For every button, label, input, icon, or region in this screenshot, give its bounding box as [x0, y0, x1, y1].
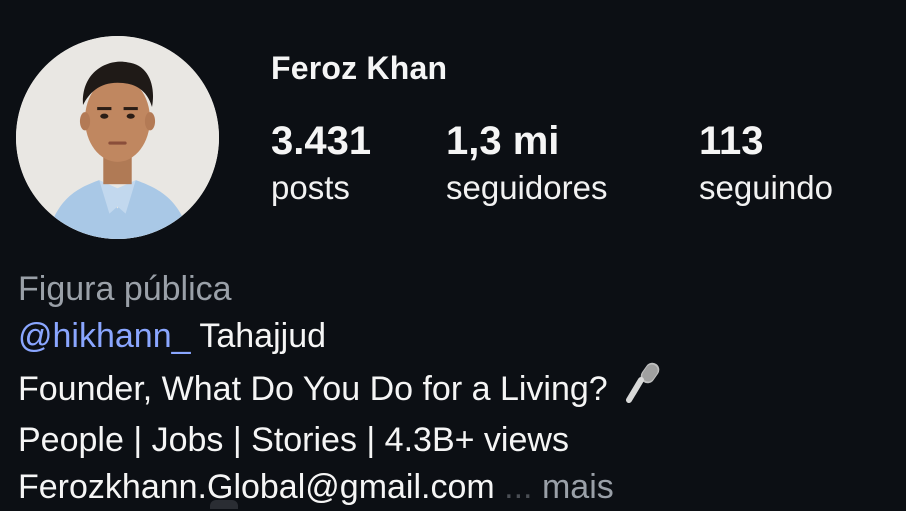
stat-following[interactable]: 113 seguindo — [699, 118, 833, 208]
profile-photo-icon — [16, 36, 219, 239]
profile-category: Figura pública — [18, 270, 232, 308]
bio-email[interactable]: Ferozkhann.Global@gmail.com — [18, 468, 495, 506]
profile-avatar[interactable] — [16, 36, 219, 239]
posts-count: 3.431 — [271, 119, 372, 163]
stat-followers[interactable]: 1,3 mi seguidores — [446, 118, 607, 208]
followers-count: 1,3 mi — [446, 119, 560, 163]
microphone-icon — [623, 360, 663, 417]
more-ellipsis: ... — [494, 468, 533, 506]
following-count: 113 — [699, 119, 764, 163]
partial-element-peek — [210, 500, 238, 509]
followers-label: seguidores — [446, 169, 608, 206]
bio-email-line: Ferozkhann.Global@gmail.com ... mais — [18, 464, 663, 511]
mention-link[interactable]: @hikhann_ — [18, 317, 191, 355]
stat-posts[interactable]: 3.431 posts — [271, 118, 371, 208]
bio-mention-line: @hikhann_ Tahajjud — [18, 313, 663, 360]
bio-line-founder: Founder, What Do You Do for a Living? — [18, 360, 663, 417]
more-link[interactable]: mais — [542, 468, 614, 506]
posts-label: posts — [271, 169, 350, 206]
profile-bio: Figura pública @hikhann_ Tahajjud Founde… — [18, 266, 663, 511]
mention-suffix-text: Tahajjud — [190, 317, 327, 355]
bio-line-topics: People | Jobs | Stories | 4.3B+ views — [18, 421, 569, 459]
profile-username[interactable]: Feroz Khan — [271, 50, 447, 87]
bio-founder-text: Founder, What Do You Do for a Living? — [18, 370, 608, 408]
following-label: seguindo — [699, 169, 833, 206]
